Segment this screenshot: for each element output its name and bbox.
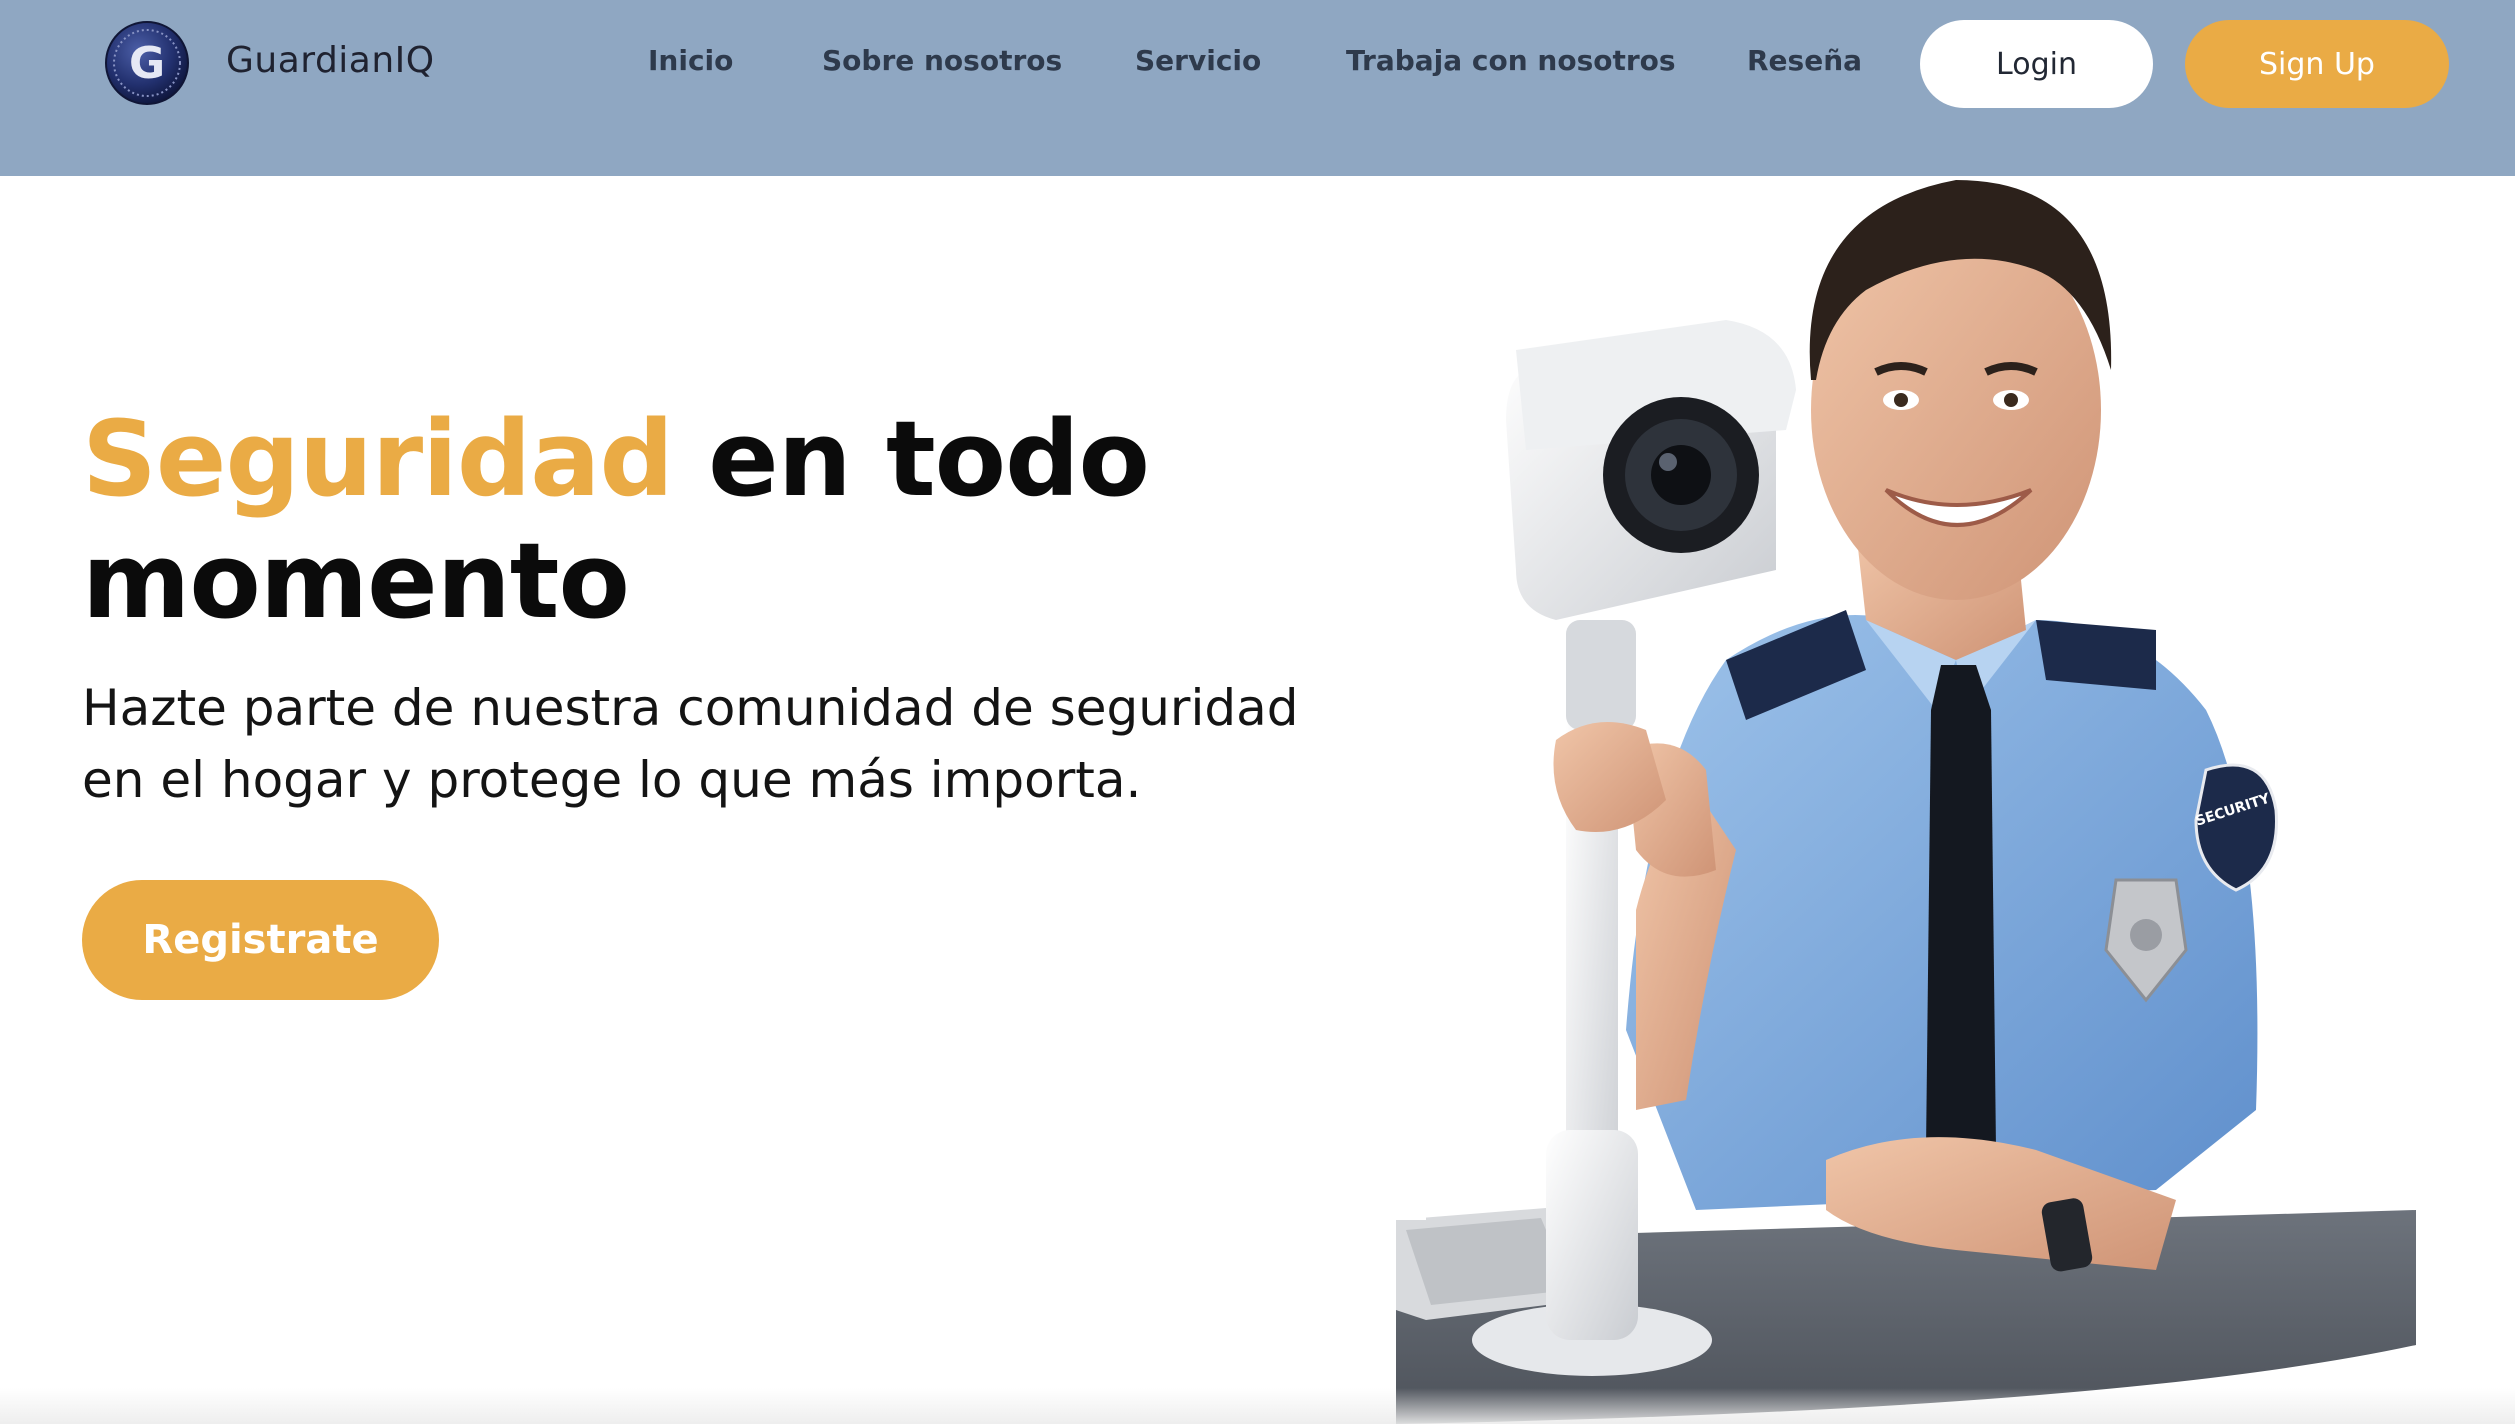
hero-title-line2: momento (82, 520, 630, 642)
svg-text:G: G (129, 38, 165, 89)
nav-link-servicio[interactable]: Servicio (1135, 44, 1261, 77)
hero-title-rest: en todo (708, 398, 1150, 520)
nav-link-trabaja-con-nosotros[interactable]: Trabaja con nosotros (1346, 44, 1676, 77)
nav-link-inicio[interactable]: Inicio (648, 44, 733, 77)
login-button[interactable]: Login (1920, 20, 2153, 108)
bottom-shade (0, 1388, 2515, 1424)
brand-name[interactable]: GuardianIQ (226, 40, 435, 81)
nav-link-sobre-nosotros[interactable]: Sobre nosotros (822, 44, 1062, 77)
hero-subtitle: Hazte parte de nuestra comunidad de segu… (82, 679, 1299, 809)
register-button[interactable]: Registrate (82, 880, 439, 1000)
signup-button[interactable]: Sign Up (2185, 20, 2449, 108)
nav-link-resena[interactable]: Reseña (1747, 44, 1862, 77)
logo-icon[interactable]: G (104, 20, 190, 106)
hero-title: Seguridad en todo momento (82, 398, 1282, 642)
hero-title-accent: Seguridad (82, 398, 674, 520)
hero-image-security-guard: SECURITY (1396, 150, 2416, 1424)
